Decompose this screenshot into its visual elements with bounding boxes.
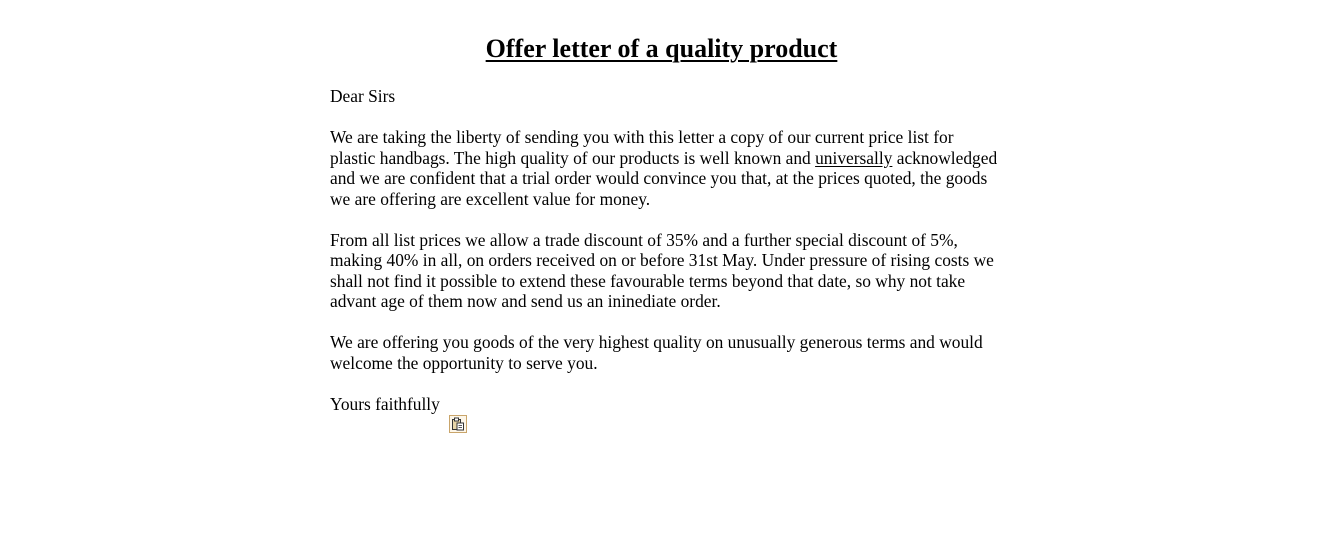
- salutation: Dear Sirs: [330, 86, 396, 106]
- document-title-text: Offer letter of a quality product: [485, 34, 838, 63]
- paragraph-discount: From all list prices we allow a trade di…: [330, 229, 994, 312]
- document-title: Offer letter of a quality product: [0, 32, 1323, 66]
- paste-options-icon[interactable]: [449, 415, 467, 433]
- paragraph-price-list: We are taking the liberty of sending you…: [330, 127, 998, 209]
- underlined-word: universally: [815, 147, 893, 168]
- closing: Yours faithfully: [330, 393, 440, 414]
- paragraph-offer: We are offering you goods of the very hi…: [330, 332, 983, 373]
- clipboard-icon: [452, 417, 464, 431]
- letter-body: Dear Sirs We are taking the liberty of s…: [330, 86, 998, 435]
